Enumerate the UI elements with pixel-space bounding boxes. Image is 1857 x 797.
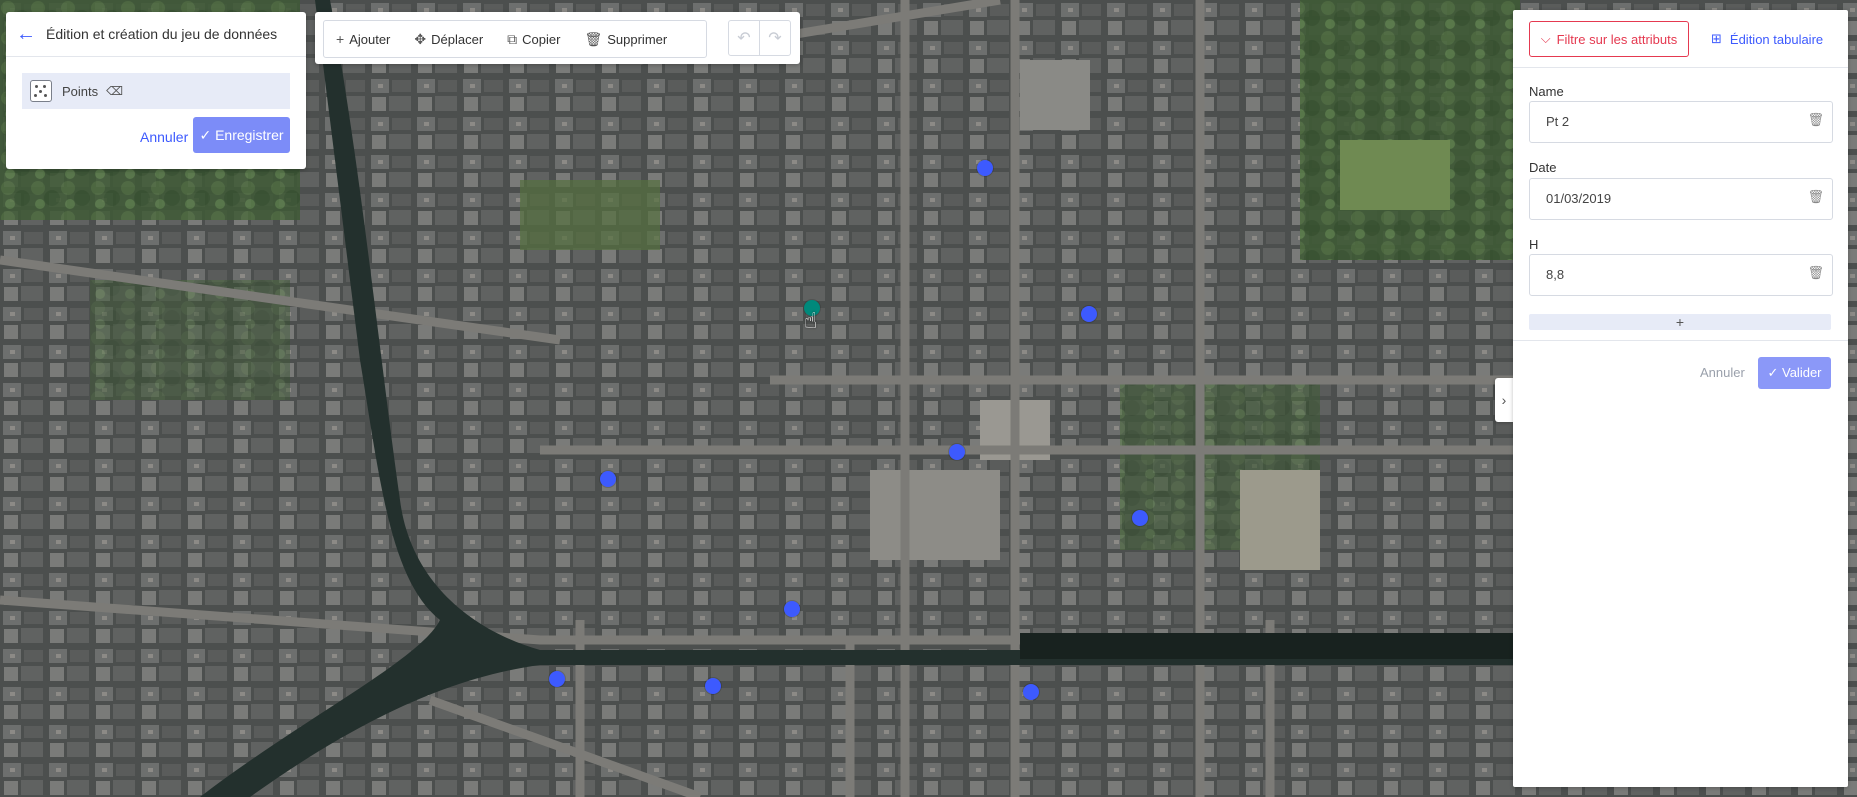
attribute-panel: ⌵ Filtre sur les attributs ⊞ Édition tabul… <box>1513 10 1848 787</box>
map-point[interactable] <box>1132 510 1148 526</box>
trash-icon[interactable]: 🗑 <box>1807 112 1824 128</box>
field-label-date: Date <box>1529 160 1557 175</box>
chevron-right-icon: › <box>1501 392 1507 408</box>
save-label: Enregistrer <box>215 126 284 143</box>
map-point[interactable] <box>1023 684 1039 700</box>
map-point[interactable] <box>600 471 616 487</box>
edit-toolbar: + Ajouter ✥ Déplacer ⧉ Copier 🗑 Supprimer ↶ … <box>315 12 800 64</box>
panel-header: ← Édition et création du jeu de données <box>6 12 306 57</box>
undo-icon: ↶ <box>737 30 751 47</box>
move-label: Déplacer <box>431 31 484 47</box>
tabular-label: Édition tabulaire <box>1729 31 1824 47</box>
layer-name: Points <box>62 83 99 99</box>
h-value: 8,8 <box>1546 267 1565 282</box>
panel-title: Édition et création du jeu de données <box>46 26 278 42</box>
field-label-h: H <box>1529 237 1539 252</box>
copy-label: Copier <box>522 31 561 47</box>
add-field-button[interactable]: + <box>1529 314 1831 330</box>
add-button[interactable]: + Ajouter <box>324 22 402 56</box>
delete-label: Supprimer <box>607 31 668 47</box>
add-label: Ajouter <box>349 31 391 47</box>
delete-button[interactable]: 🗑 Supprimer <box>572 22 679 56</box>
name-value: Pt 2 <box>1546 114 1570 129</box>
plus-icon: + <box>336 31 345 47</box>
check-icon: ✓ <box>199 126 212 143</box>
map-point[interactable] <box>549 671 565 687</box>
trash-icon[interactable]: 🗑 <box>1807 189 1824 205</box>
trash-icon: 🗑 <box>584 30 603 47</box>
map-point[interactable] <box>977 160 993 176</box>
collapse-panel-tab[interactable]: › <box>1495 378 1513 422</box>
validate-button[interactable]: ✓ Valider <box>1758 357 1831 389</box>
map-point[interactable] <box>784 601 800 617</box>
attribute-filter-button[interactable]: ⌵ Filtre sur les attributs <box>1529 21 1689 57</box>
h-field[interactable]: 8,8 🗑 <box>1529 254 1833 296</box>
validate-label: Valider <box>1782 365 1822 380</box>
trash-icon[interactable]: 🗑 <box>1807 265 1824 281</box>
funnel-icon: ⌵ <box>1540 31 1551 46</box>
table-icon: ⊞ <box>1711 31 1722 46</box>
map-point[interactable] <box>1081 306 1097 322</box>
divider <box>1513 340 1848 341</box>
check-icon: ✓ <box>1767 365 1779 380</box>
cancel-button[interactable]: Annuler <box>134 128 194 146</box>
eraser-icon[interactable]: ⌫ <box>106 84 123 98</box>
edit-tools-group: + Ajouter ✥ Déplacer ⧉ Copier 🗑 Supprimer <box>323 20 707 58</box>
redo-button[interactable]: ↷ <box>759 20 791 56</box>
move-button[interactable]: ✥ Déplacer <box>402 22 495 56</box>
divider <box>1513 67 1848 68</box>
attribute-cancel-button[interactable]: Annuler <box>1694 364 1751 381</box>
map-point[interactable] <box>949 444 965 460</box>
dataset-edit-panel: ← Édition et création du jeu de données … <box>6 12 306 169</box>
back-arrow-icon[interactable]: ← <box>6 23 46 46</box>
field-label-name: Name <box>1529 84 1564 99</box>
date-value: 01/03/2019 <box>1546 191 1612 206</box>
hand-cursor-icon: ☝ <box>804 308 818 333</box>
filter-label: Filtre sur les attributs <box>1556 31 1678 47</box>
map-point[interactable] <box>705 678 721 694</box>
move-arrows-icon: ✥ <box>414 30 427 47</box>
redo-icon: ↷ <box>768 30 782 47</box>
tabular-edit-button[interactable]: ⊞ Édition tabulaire <box>1705 21 1835 57</box>
point-layer-icon <box>30 80 52 102</box>
name-field[interactable]: Pt 2 🗑 <box>1529 101 1833 143</box>
copy-button[interactable]: ⧉ Copier <box>495 22 572 56</box>
clipboard-icon: ⧉ <box>507 30 518 47</box>
layer-row-points[interactable]: Points ⌫ <box>22 73 290 109</box>
save-button[interactable]: ✓ Enregistrer <box>193 117 290 153</box>
undo-button[interactable]: ↶ <box>728 20 760 56</box>
date-field[interactable]: 01/03/2019 🗑 <box>1529 178 1833 220</box>
